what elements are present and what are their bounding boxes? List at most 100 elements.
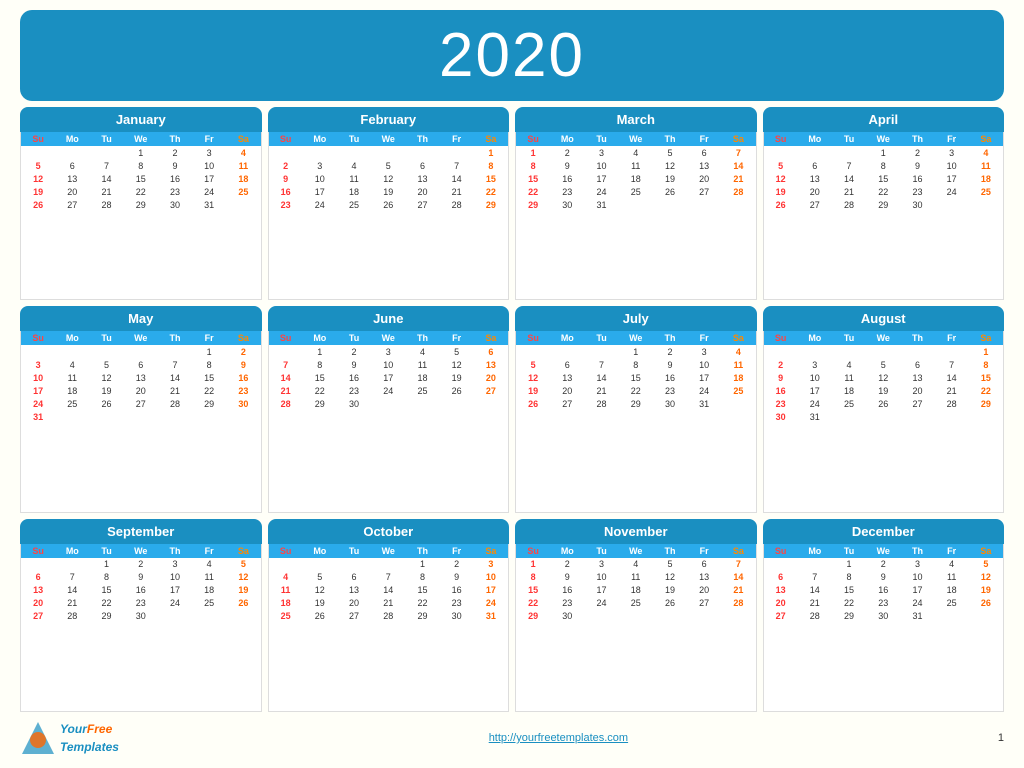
day-cell: 25 bbox=[192, 597, 226, 610]
day-headers: SuMoTuWeThFrSa bbox=[764, 544, 1004, 558]
month-block-december: DecemberSuMoTuWeThFrSa123456789101112131… bbox=[763, 519, 1005, 712]
day-cell: 5 bbox=[371, 159, 405, 172]
day-cell: 17 bbox=[900, 584, 934, 597]
year-header: 2020 bbox=[20, 10, 1004, 101]
day-header-su: Su bbox=[516, 331, 550, 345]
month-title-january: January bbox=[20, 107, 262, 132]
day-cell: 6 bbox=[337, 571, 371, 584]
day-header-th: Th bbox=[900, 544, 934, 558]
day-header-su: Su bbox=[269, 132, 303, 146]
day-cell: 6 bbox=[124, 358, 158, 371]
day-cell: 9 bbox=[124, 571, 158, 584]
day-cell: 30 bbox=[124, 610, 158, 623]
day-cell: 11 bbox=[832, 371, 866, 384]
day-cell bbox=[832, 410, 866, 423]
day-cell: 28 bbox=[269, 397, 303, 410]
day-cell: 16 bbox=[653, 371, 687, 384]
day-header-fr: Fr bbox=[935, 331, 969, 345]
days-grid: 1234567891011121314151617181920212223242… bbox=[269, 146, 509, 211]
day-cell: 21 bbox=[89, 185, 123, 198]
day-cell bbox=[935, 345, 969, 358]
day-cell: 23 bbox=[226, 384, 260, 397]
day-cell: 16 bbox=[124, 584, 158, 597]
day-cell: 20 bbox=[900, 384, 934, 397]
day-cell bbox=[405, 146, 439, 159]
days-grid: 1234567891011121314151617181920212223242… bbox=[764, 345, 1004, 423]
month-block-january: JanuarySuMoTuWeThFrSa1234567891011121314… bbox=[20, 107, 262, 300]
day-header-we: We bbox=[866, 544, 900, 558]
day-cell: 11 bbox=[619, 159, 653, 172]
day-cell: 11 bbox=[269, 584, 303, 597]
day-headers: SuMoTuWeThFrSa bbox=[764, 132, 1004, 146]
days-grid: 1234567891011121314151617181920212223242… bbox=[764, 146, 1004, 211]
day-cell: 1 bbox=[89, 558, 123, 571]
day-header-su: Su bbox=[269, 544, 303, 558]
day-cell: 29 bbox=[866, 198, 900, 211]
footer-url[interactable]: http://yourfreetemplates.com bbox=[489, 732, 628, 744]
day-cell: 28 bbox=[440, 198, 474, 211]
day-cell bbox=[653, 198, 687, 211]
month-grid-august: SuMoTuWeThFrSa12345678910111213141516171… bbox=[763, 331, 1005, 512]
day-cell bbox=[55, 146, 89, 159]
day-cell: 24 bbox=[584, 185, 618, 198]
day-cell: 27 bbox=[550, 397, 584, 410]
day-cell bbox=[832, 146, 866, 159]
day-cell: 10 bbox=[192, 159, 226, 172]
day-cell: 8 bbox=[89, 571, 123, 584]
day-cell: 30 bbox=[764, 410, 798, 423]
day-cell: 6 bbox=[405, 159, 439, 172]
month-block-february: FebruarySuMoTuWeThFrSa123456789101112131… bbox=[268, 107, 510, 300]
day-header-tu: Tu bbox=[89, 331, 123, 345]
day-cell: 4 bbox=[619, 146, 653, 159]
day-cell: 29 bbox=[405, 610, 439, 623]
month-grid-april: SuMoTuWeThFrSa12345678910111213141516171… bbox=[763, 132, 1005, 300]
day-cell: 9 bbox=[653, 358, 687, 371]
day-cell: 13 bbox=[405, 172, 439, 185]
month-title-december: December bbox=[763, 519, 1005, 544]
day-header-sa: Sa bbox=[226, 544, 260, 558]
day-cell: 4 bbox=[619, 558, 653, 571]
day-cell: 8 bbox=[969, 358, 1003, 371]
day-header-mo: Mo bbox=[55, 544, 89, 558]
day-cell: 16 bbox=[550, 584, 584, 597]
day-cell: 9 bbox=[158, 159, 192, 172]
month-grid-june: SuMoTuWeThFrSa12345678910111213141516171… bbox=[268, 331, 510, 512]
day-cell: 2 bbox=[550, 558, 584, 571]
day-header-mo: Mo bbox=[55, 132, 89, 146]
day-cell: 31 bbox=[687, 397, 721, 410]
day-cell: 14 bbox=[371, 584, 405, 597]
day-cell: 7 bbox=[371, 571, 405, 584]
day-header-tu: Tu bbox=[337, 331, 371, 345]
day-cell: 21 bbox=[584, 384, 618, 397]
day-cell bbox=[371, 397, 405, 410]
day-header-sa: Sa bbox=[474, 132, 508, 146]
day-header-fr: Fr bbox=[687, 331, 721, 345]
day-header-tu: Tu bbox=[832, 544, 866, 558]
month-grid-december: SuMoTuWeThFrSa12345678910111213141516171… bbox=[763, 544, 1005, 712]
day-cell: 28 bbox=[721, 597, 755, 610]
days-grid: 1234567891011121314151617181920212223242… bbox=[516, 558, 756, 623]
day-cell: 3 bbox=[158, 558, 192, 571]
day-header-fr: Fr bbox=[440, 132, 474, 146]
day-cell: 1 bbox=[124, 146, 158, 159]
day-cell bbox=[935, 610, 969, 623]
day-cell: 5 bbox=[866, 358, 900, 371]
day-cell: 30 bbox=[337, 397, 371, 410]
day-cell: 11 bbox=[935, 571, 969, 584]
day-cell: 20 bbox=[798, 185, 832, 198]
day-cell: 21 bbox=[721, 172, 755, 185]
day-cell: 28 bbox=[721, 185, 755, 198]
day-cell: 28 bbox=[55, 610, 89, 623]
month-grid-november: SuMoTuWeThFrSa12345678910111213141516171… bbox=[515, 544, 757, 712]
day-cell: 10 bbox=[584, 571, 618, 584]
day-header-we: We bbox=[124, 132, 158, 146]
day-cell: 24 bbox=[192, 185, 226, 198]
day-cell: 26 bbox=[969, 597, 1003, 610]
day-cell bbox=[721, 198, 755, 211]
day-header-mo: Mo bbox=[303, 331, 337, 345]
day-cell: 18 bbox=[269, 597, 303, 610]
day-cell: 30 bbox=[550, 610, 584, 623]
days-grid: 1234567891011121314151617181920212223242… bbox=[269, 345, 509, 410]
day-cell: 13 bbox=[798, 172, 832, 185]
day-cell: 8 bbox=[474, 159, 508, 172]
